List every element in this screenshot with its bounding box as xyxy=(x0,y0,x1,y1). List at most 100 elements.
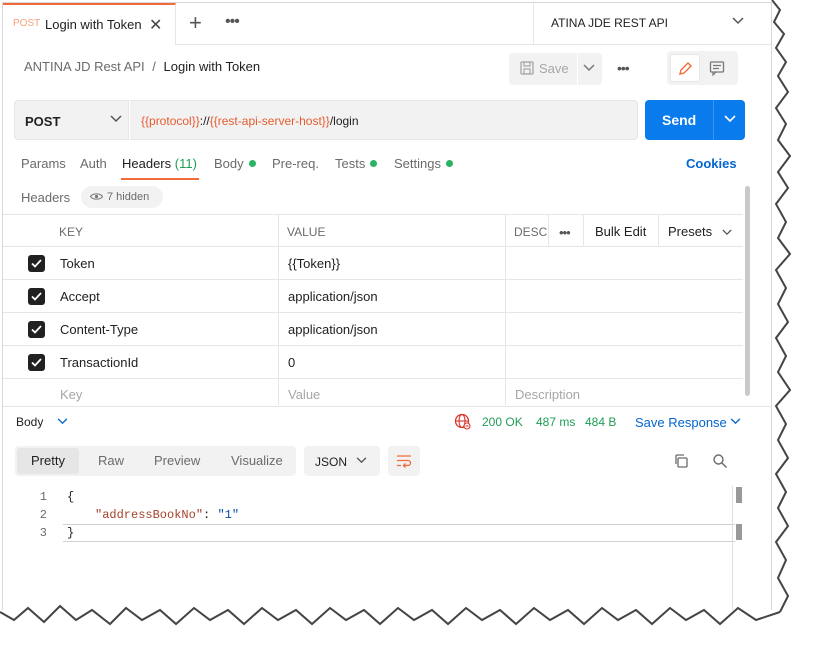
json-colon: : xyxy=(203,508,218,522)
column-key: KEY xyxy=(59,225,84,239)
tab-prereq[interactable]: Pre-req. xyxy=(272,156,319,171)
table-row: TransactionId 0 xyxy=(3,346,743,379)
header-key[interactable]: TransactionId xyxy=(60,355,138,370)
headers-label: Headers xyxy=(21,190,71,205)
response-body-label[interactable]: Body xyxy=(16,415,43,429)
check-icon xyxy=(31,325,42,334)
copy-icon[interactable] xyxy=(673,453,689,469)
header-value[interactable]: application/json xyxy=(288,322,378,337)
column-divider xyxy=(505,313,506,345)
chevron-down-icon xyxy=(722,229,732,236)
breadcrumb-collection[interactable]: ANTINA JD Rest API xyxy=(24,59,145,74)
divider xyxy=(713,100,714,140)
column-options-icon[interactable]: ••• xyxy=(559,225,571,240)
chevron-down-icon[interactable] xyxy=(57,418,68,425)
url-path: /login xyxy=(329,114,359,128)
hidden-count: 7 hidden xyxy=(107,191,150,203)
row-checkbox[interactable] xyxy=(28,255,45,272)
format-preview[interactable]: Preview xyxy=(154,453,200,468)
header-key[interactable]: Content-Type xyxy=(60,322,138,337)
format-raw[interactable]: Raw xyxy=(98,453,124,468)
presets-label: Presets xyxy=(668,224,713,239)
url-input[interactable]: {{protocol}}://{{rest-api-server-host}}/… xyxy=(130,100,638,140)
environment-selector[interactable]: ATINA JDE REST API xyxy=(533,3,771,45)
status-dot xyxy=(445,160,453,167)
response-code-editor[interactable]: 1 2 3 { "addressBookNo": "1" } xyxy=(3,488,743,588)
hidden-headers-toggle[interactable]: 7 hidden xyxy=(81,186,163,208)
more-tabs-icon[interactable]: ••• xyxy=(225,13,240,31)
table-row-new: Key Value Description xyxy=(3,379,743,405)
breadcrumb: ANTINA JD Rest API / Login with Token xyxy=(24,59,260,74)
code-line: "addressBookNo": "1" xyxy=(95,508,239,522)
close-icon[interactable]: ✕ xyxy=(149,15,162,35)
header-value[interactable]: {{Token}} xyxy=(288,256,340,271)
send-button[interactable]: Send xyxy=(645,100,745,140)
tab-settings[interactable]: Settings xyxy=(394,156,453,171)
tab-auth[interactable]: Auth xyxy=(80,156,107,171)
chevron-down-icon xyxy=(356,457,367,464)
comment-icon[interactable] xyxy=(709,60,725,76)
search-icon[interactable] xyxy=(712,453,728,469)
url-scheme-sep: :// xyxy=(199,114,210,128)
method-select[interactable]: POST xyxy=(14,100,129,140)
scrollbar[interactable] xyxy=(745,186,750,396)
chevron-down-icon[interactable] xyxy=(583,64,595,72)
save-label: Save xyxy=(539,61,569,76)
check-icon xyxy=(31,358,42,367)
value-placeholder[interactable]: Value xyxy=(288,387,320,402)
table-row: Token {{Token}} xyxy=(3,247,743,280)
save-button[interactable]: Save xyxy=(509,53,602,85)
tab-headers[interactable]: Headers (11) xyxy=(122,156,197,171)
breadcrumb-request[interactable]: Login with Token xyxy=(164,59,261,74)
torn-edge xyxy=(0,604,814,647)
format-visualize[interactable]: Visualize xyxy=(231,453,283,468)
globe-icon[interactable] xyxy=(454,413,471,430)
status-code[interactable]: 200 OK xyxy=(482,415,523,429)
postman-window: POST Login with Token ✕ + ••• ATINA JDE … xyxy=(2,2,772,610)
method-label: POST xyxy=(25,114,61,129)
header-value[interactable]: application/json xyxy=(288,289,378,304)
language-label: JSON xyxy=(315,455,348,469)
headers-table: KEY VALUE DESC Token {{Token}} Accept ap… xyxy=(3,214,743,405)
description-placeholder[interactable]: Description xyxy=(515,387,580,402)
language-select[interactable]: JSON xyxy=(304,446,380,476)
wrap-lines-button[interactable] xyxy=(388,446,420,476)
bulk-edit-button[interactable]: Bulk Edit xyxy=(595,224,646,239)
request-tab-method: POST xyxy=(13,18,41,29)
header-value[interactable]: 0 xyxy=(288,355,295,370)
presets-dropdown[interactable]: Presets xyxy=(668,224,732,239)
chevron-down-icon[interactable] xyxy=(730,418,741,425)
row-checkbox[interactable] xyxy=(28,354,45,371)
tab-bar: POST Login with Token ✕ + ••• ATINA JDE … xyxy=(3,3,771,45)
column-divider xyxy=(278,313,279,345)
view-toggle xyxy=(667,51,738,85)
header-key[interactable]: Accept xyxy=(60,289,100,304)
edit-view-button[interactable] xyxy=(670,54,700,82)
row-checkbox[interactable] xyxy=(28,288,45,305)
tab-params[interactable]: Params xyxy=(21,156,66,171)
wrap-icon xyxy=(397,455,412,468)
cookies-link[interactable]: Cookies xyxy=(686,156,737,171)
tab-headers-label: Headers xyxy=(122,156,172,171)
format-pretty[interactable]: Pretty xyxy=(31,453,65,468)
table-row: Accept application/json xyxy=(3,280,743,313)
response-size[interactable]: 484 B xyxy=(585,415,616,429)
save-response-button[interactable]: Save Response xyxy=(635,415,727,430)
more-actions-icon[interactable]: ••• xyxy=(617,60,630,76)
request-tab-name: Login with Token xyxy=(45,17,142,32)
breadcrumb-separator: / xyxy=(152,59,156,74)
format-tabs: Pretty Raw Preview Visualize xyxy=(15,446,296,476)
key-placeholder[interactable]: Key xyxy=(60,387,82,402)
tab-body[interactable]: Body xyxy=(214,156,256,171)
request-tab[interactable]: POST Login with Token ✕ xyxy=(3,3,176,45)
response-time[interactable]: 487 ms xyxy=(536,415,575,429)
row-checkbox[interactable] xyxy=(28,321,45,338)
header-key[interactable]: Token xyxy=(60,256,95,271)
tab-tests[interactable]: Tests xyxy=(335,156,378,171)
column-divider xyxy=(505,247,506,279)
save-icon xyxy=(520,61,534,75)
code-line: } xyxy=(67,526,75,540)
chevron-down-icon[interactable] xyxy=(724,115,736,123)
plus-icon[interactable]: + xyxy=(189,10,202,36)
column-divider xyxy=(505,346,506,378)
